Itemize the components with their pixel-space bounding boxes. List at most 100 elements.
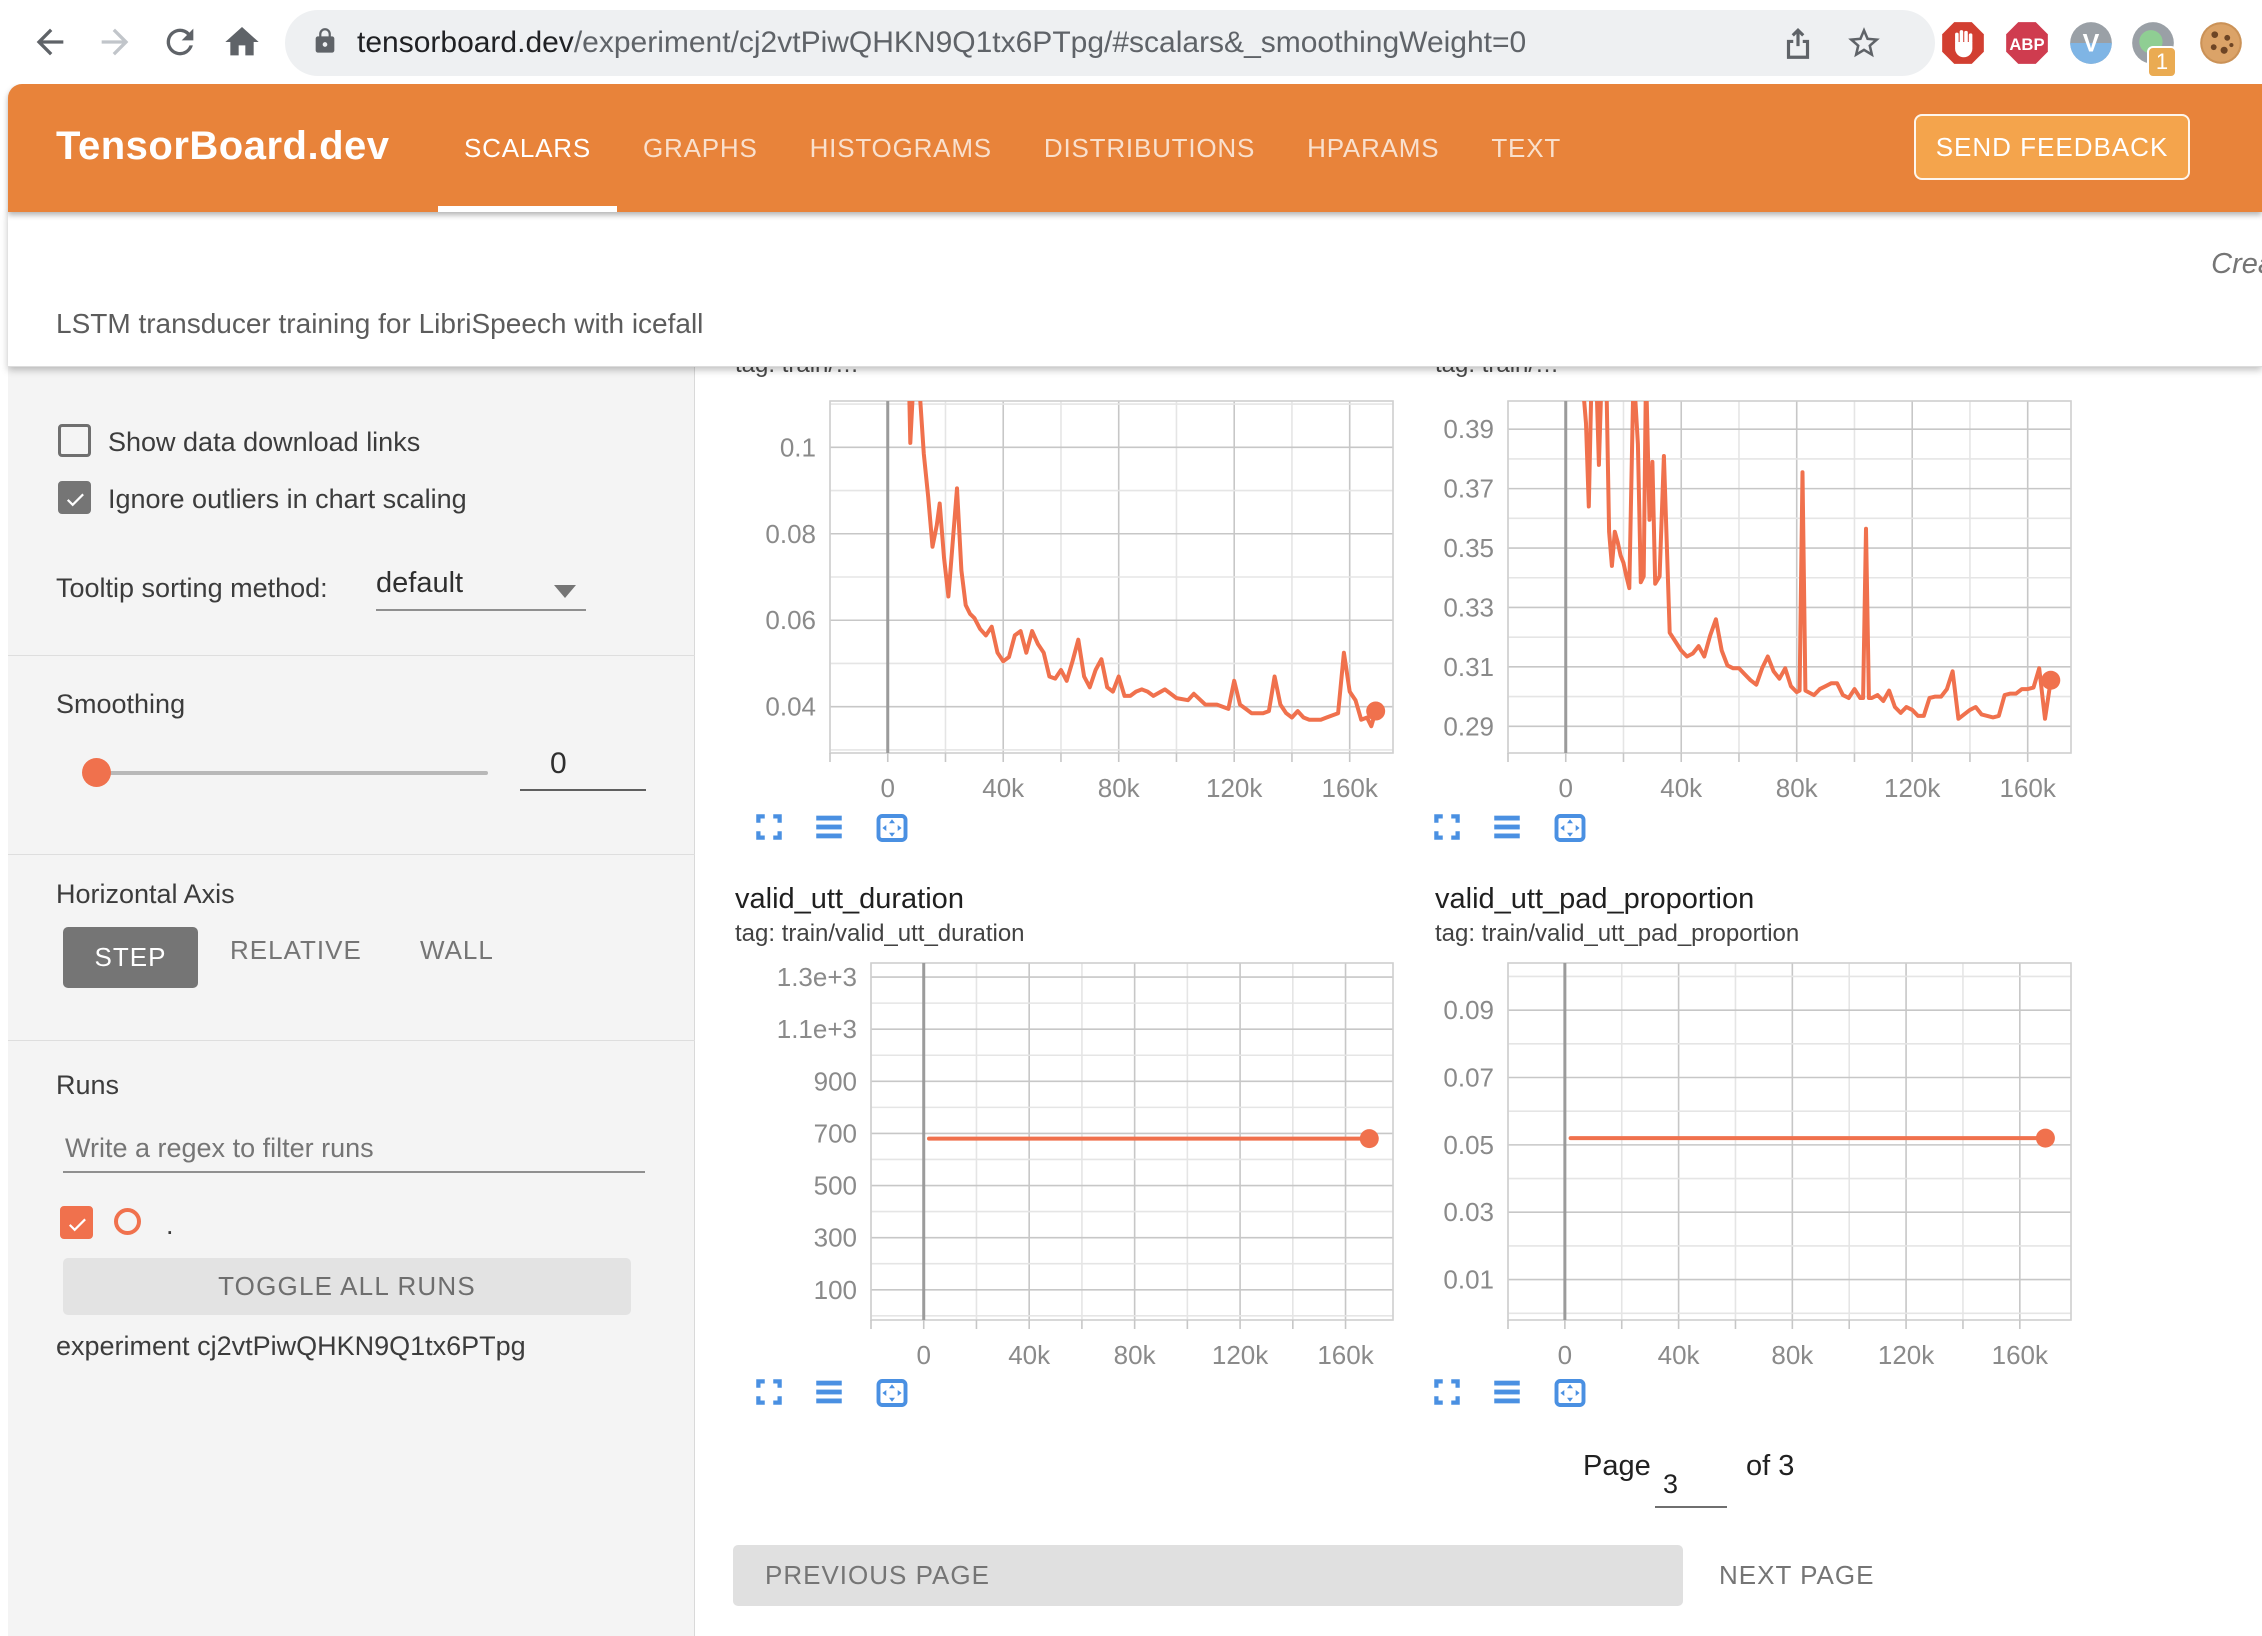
send-feedback-button[interactable]: SEND FEEDBACK [1914,114,2190,180]
page-label: Page [1583,1450,1651,1483]
svg-text:V: V [2083,29,2100,57]
svg-text:160k: 160k [1317,1340,1374,1370]
chevron-down-icon [554,585,576,598]
page-number-input[interactable] [1655,1462,1727,1508]
bookmark-star-icon[interactable] [1845,24,1883,67]
show-download-links-label: Show data download links [108,427,420,458]
fullscreen-icon[interactable] [752,810,788,846]
fullscreen-icon[interactable] [752,1375,788,1411]
divider [8,854,695,855]
svg-text:0: 0 [1558,1340,1572,1370]
fullscreen-icon[interactable] [1430,810,1466,846]
svg-text:0.03: 0.03 [1443,1197,1494,1227]
svg-text:0.08: 0.08 [765,519,816,549]
scalar-chart[interactable]: 040k80k120k160k0.010.030.050.070.09 [1378,960,2079,1375]
charts-panel: tag: train/… tag: train/… 040k80k120k160… [695,367,2262,1636]
extension-cookie-icon[interactable] [2196,18,2246,68]
chart-tag-clipped: tag: train/… [1435,366,2055,379]
run-name-label: . [166,1210,174,1241]
chart-toolbar [752,1375,932,1415]
browser-chrome: tensorboard.dev/experiment/cj2vtPiwQHKN9… [0,0,2262,84]
svg-text:40k: 40k [982,773,1025,803]
share-icon[interactable] [1779,24,1817,67]
tooltip-sorting-select[interactable]: default [376,567,586,611]
fit-domain-icon[interactable] [874,1375,910,1411]
svg-text:40k: 40k [1008,1340,1051,1370]
tab-histograms[interactable]: HISTOGRAMS [784,84,1018,212]
fullscreen-icon[interactable] [1430,1375,1466,1411]
tab-scalars[interactable]: SCALARS [438,84,617,212]
svg-text:0.35: 0.35 [1443,533,1494,563]
settings-sidebar: Show data download links Ignore outliers… [8,367,695,1636]
next-page-button[interactable]: NEXT PAGE [1707,1545,1886,1606]
tab-distributions[interactable]: DISTRIBUTIONS [1018,84,1281,212]
fit-domain-icon[interactable] [1552,810,1588,846]
svg-text:0.05: 0.05 [1443,1130,1494,1160]
smoothing-slider-thumb[interactable] [82,758,111,787]
svg-text:40k: 40k [1658,1340,1701,1370]
svg-text:0.01: 0.01 [1443,1265,1494,1295]
horizontal-lines-icon[interactable] [1490,1375,1526,1411]
tab-graphs[interactable]: GRAPHS [617,84,784,212]
svg-text:40k: 40k [1660,773,1703,803]
created-date-clipped: Crea [2211,248,2262,281]
previous-page-button[interactable]: PREVIOUS PAGE [733,1545,1683,1606]
ignore-outliers-checkbox[interactable] [58,481,91,514]
show-download-links-checkbox[interactable] [58,424,91,457]
main-nav: SCALARS GRAPHS HISTOGRAMS DISTRIBUTIONS … [438,84,1587,212]
horizontal-lines-icon[interactable] [812,810,848,846]
svg-text:1.1e+3: 1.1e+3 [777,1014,857,1044]
extension-abp-icon[interactable]: ABP [2002,18,2052,68]
scalar-chart[interactable]: 040k80k120k160k0.290.310.330.350.370.39 [1378,398,2079,808]
axis-wall-button[interactable]: WALL [420,935,494,966]
axis-relative-button[interactable]: RELATIVE [230,935,362,966]
run-checkbox[interactable] [60,1206,93,1239]
back-icon[interactable] [30,22,70,62]
run-color-circle[interactable] [114,1208,141,1235]
svg-text:160k: 160k [1992,1340,2049,1370]
svg-text:300: 300 [814,1223,857,1253]
reload-icon[interactable] [160,22,200,62]
smoothing-slider-track[interactable] [96,771,488,775]
fit-domain-icon[interactable] [1552,1375,1588,1411]
svg-text:80k: 80k [1114,1340,1157,1370]
svg-text:500: 500 [814,1171,857,1201]
forward-icon[interactable] [95,22,135,62]
svg-text:700: 700 [814,1118,857,1148]
axis-step-button[interactable]: STEP [63,927,198,988]
smoothing-value-input[interactable]: 0 [520,747,646,791]
svg-text:0.31: 0.31 [1443,652,1494,682]
lock-icon [311,27,339,60]
divider [8,655,695,656]
svg-text:0.29: 0.29 [1443,711,1494,741]
home-icon[interactable] [222,22,262,62]
tab-text[interactable]: TEXT [1465,84,1587,212]
extension-v-icon[interactable]: V [2066,18,2116,68]
experiment-meta-bar: Crea LSTM transducer training for LibriS… [8,212,2262,367]
svg-text:120k: 120k [1212,1340,1269,1370]
runs-regex-input[interactable] [63,1125,645,1173]
svg-text:160k: 160k [1321,773,1378,803]
scalar-chart[interactable]: 040k80k120k160k1003005007009001.1e+31.3e… [731,960,1401,1375]
horizontal-lines-icon[interactable] [812,1375,848,1411]
chart-toolbar [1430,1375,1610,1415]
svg-text:0.39: 0.39 [1443,414,1494,444]
experiment-run-label: experiment cj2vtPiwQHKN9Q1tx6PTpg [56,1331,526,1362]
svg-text:0.37: 0.37 [1443,474,1494,504]
svg-text:1.3e+3: 1.3e+3 [777,962,857,992]
horizontal-axis-label: Horizontal Axis [56,879,235,910]
chart-tag: tag: train/valid_utt_pad_proportion [1435,920,1799,948]
chart-toolbar [1430,810,1610,850]
svg-text:80k: 80k [1771,1340,1814,1370]
extension-badge: 1 [2147,46,2177,78]
extension-blocker-icon[interactable] [1938,18,1988,68]
fit-domain-icon[interactable] [874,810,910,846]
svg-text:80k: 80k [1776,773,1819,803]
tab-hparams[interactable]: HPARAMS [1281,84,1465,212]
scalar-chart[interactable]: 040k80k120k160k0.040.060.080.1 [700,398,1401,808]
toggle-all-runs-button[interactable]: TOGGLE ALL RUNS [63,1258,631,1315]
address-bar[interactable]: tensorboard.dev/experiment/cj2vtPiwQHKN9… [285,10,1935,76]
divider [8,1040,695,1041]
chart-title: valid_utt_pad_proportion [1435,883,1754,916]
horizontal-lines-icon[interactable] [1490,810,1526,846]
